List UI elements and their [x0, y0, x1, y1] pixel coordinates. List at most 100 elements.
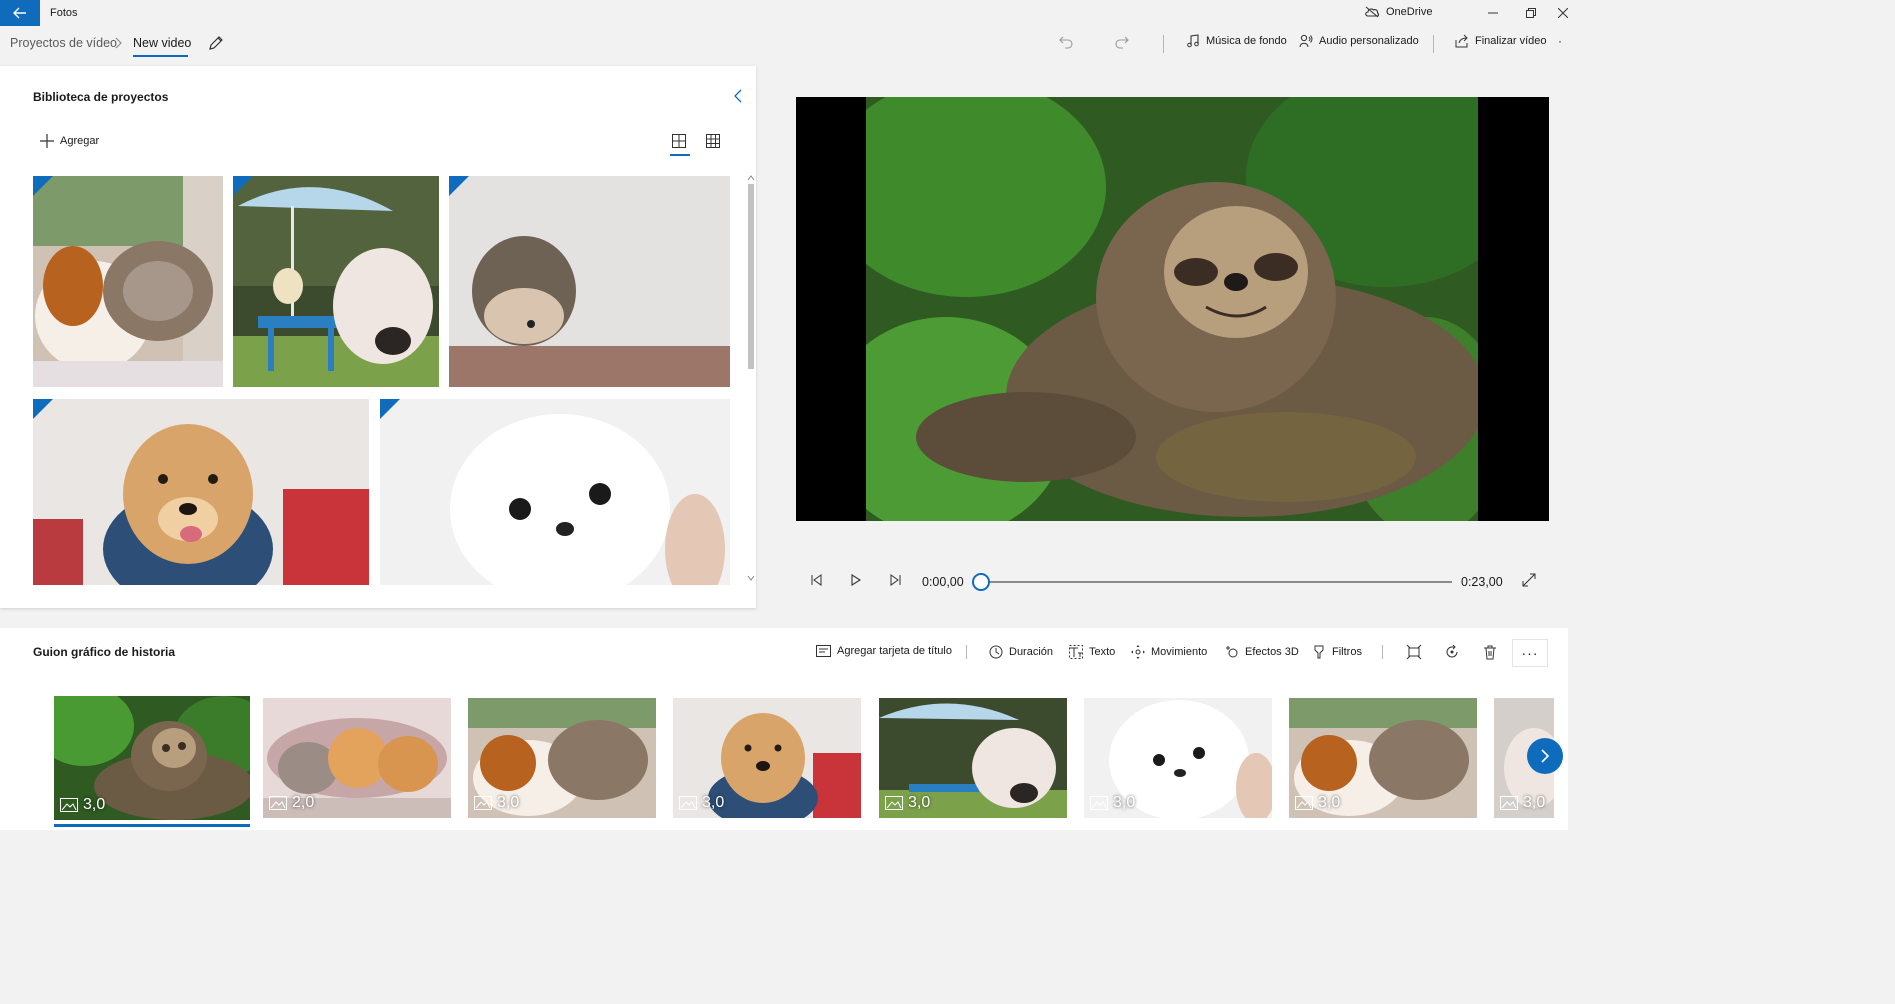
storyboard-clip[interactable]: 3,0: [468, 698, 656, 818]
undo-icon[interactable]: [1058, 34, 1074, 50]
toolbar-divider: [1433, 35, 1434, 53]
clip-duration: 3,0: [1500, 794, 1545, 812]
storyboard-clip[interactable]: 3,0: [673, 698, 861, 818]
seek-thumb[interactable]: [972, 573, 990, 591]
library-thumbnail-puppy[interactable]: [33, 399, 369, 585]
project-library-panel: Biblioteca de proyectos Agregar: [0, 66, 756, 608]
add-media-label: Agregar: [60, 135, 100, 147]
add-title-card-label: Agregar tarjeta de título: [837, 645, 952, 657]
breadcrumb-current: New video: [133, 36, 192, 50]
clip-duration: 3,0: [1295, 794, 1340, 812]
library-thumbnail-white-dog[interactable]: [380, 399, 730, 585]
restore-icon: [1526, 8, 1536, 18]
image-icon: [60, 798, 78, 812]
storyboard-clip[interactable]: 2,0: [263, 698, 451, 818]
clip-duration-value: 3,0: [497, 794, 520, 811]
breadcrumb-root[interactable]: Proyectos de vídeo: [10, 36, 117, 50]
storyboard-panel: Guion gráfico de historia Agregar tarjet…: [0, 628, 1568, 830]
app-title: Fotos: [50, 7, 78, 19]
sparkle-icon: [1226, 646, 1238, 658]
add-title-card-button[interactable]: Agregar tarjeta de título: [816, 645, 952, 657]
3d-effects-label: Efectos 3D: [1245, 646, 1299, 658]
duration-button[interactable]: Duración: [989, 645, 1053, 659]
filters-button[interactable]: Filtros: [1312, 645, 1362, 659]
fullscreen-icon[interactable]: [1522, 573, 1536, 587]
back-button[interactable]: [0, 0, 40, 26]
minimize-icon: [1488, 12, 1498, 14]
rename-pencil-icon[interactable]: [208, 35, 224, 51]
image-icon: [269, 796, 287, 810]
finish-video-button[interactable]: Finalizar vídeo: [1455, 34, 1547, 48]
finish-video-label: Finalizar vídeo: [1475, 35, 1547, 47]
storyboard-clip[interactable]: 3,0: [879, 698, 1067, 818]
small-grid-view-icon[interactable]: [706, 134, 720, 148]
close-icon: [1558, 8, 1568, 18]
title-card-icon: [816, 645, 831, 657]
crop-resize-icon[interactable]: [1406, 644, 1422, 660]
background-music-label: Música de fondo: [1206, 35, 1287, 47]
clip-duration: 3,0: [60, 796, 105, 814]
clip-duration-value: 3,0: [1523, 794, 1546, 811]
onedrive-status[interactable]: OneDrive: [1364, 6, 1432, 18]
storyboard-divider: [1382, 645, 1383, 659]
chevron-right-icon: [1541, 749, 1550, 763]
text-label: Texto: [1089, 646, 1116, 658]
delete-icon[interactable]: [1482, 644, 1498, 660]
video-preview[interactable]: [796, 97, 1549, 521]
clip-duration: 3,0: [474, 794, 519, 812]
step-forward-icon[interactable]: [890, 573, 902, 587]
breadcrumb-underline: [133, 55, 188, 57]
export-icon: [1455, 34, 1468, 48]
clip-duration: 3,0: [1090, 794, 1135, 812]
rotate-icon[interactable]: [1444, 644, 1460, 660]
close-button[interactable]: [1540, 0, 1586, 26]
library-thumbnail-piglet[interactable]: [233, 176, 439, 387]
library-thumbnail-guinea-pig-cat[interactable]: [33, 176, 223, 387]
add-media-button[interactable]: Agregar: [40, 134, 99, 148]
onedrive-label: OneDrive: [1386, 6, 1433, 18]
current-time: 0:00,00: [922, 575, 964, 589]
filters-label: Filtros: [1332, 646, 1362, 658]
more-actions-icon[interactable]: ···: [1513, 640, 1547, 666]
chevron-right-icon: [113, 36, 123, 50]
large-grid-view-icon[interactable]: [672, 134, 686, 148]
toolbar-divider: [1163, 35, 1164, 53]
storyboard-title: Guion gráfico de historia: [33, 645, 176, 659]
arrow-left-icon: [13, 7, 26, 19]
custom-audio-label: Audio personalizado: [1319, 35, 1419, 47]
selected-clip-indicator: [54, 824, 250, 827]
person-audio-icon: [1299, 34, 1313, 48]
filter-icon: [1314, 645, 1324, 659]
storyboard-clip[interactable]: 3,0: [54, 696, 250, 820]
plus-icon: [40, 134, 54, 148]
playback-controls: 0:00,00 0:23,00: [796, 568, 1549, 596]
clip-duration-value: 3,0: [908, 794, 931, 811]
image-icon: [1500, 796, 1518, 810]
redo-icon[interactable]: [1114, 34, 1130, 50]
seek-track[interactable]: [980, 581, 1452, 583]
motion-button[interactable]: Movimiento: [1131, 645, 1207, 659]
3d-effects-button[interactable]: Efectos 3D: [1225, 645, 1299, 659]
play-icon[interactable]: [850, 573, 862, 587]
clip-duration-value: 3,0: [83, 796, 106, 813]
more-options-icon[interactable]: ·: [1558, 34, 1562, 48]
storyboard-divider: [966, 645, 967, 659]
step-back-icon[interactable]: [810, 573, 822, 587]
library-thumbnail-hedgehog[interactable]: [449, 176, 730, 387]
collapse-chevron-icon[interactable]: [733, 88, 743, 104]
duration-label: Duración: [1009, 646, 1054, 658]
custom-audio-button[interactable]: Audio personalizado: [1299, 34, 1419, 48]
text-button[interactable]: Texto: [1069, 645, 1115, 659]
image-icon: [1090, 796, 1108, 810]
clock-icon: [989, 645, 1003, 659]
image-icon: [1295, 796, 1313, 810]
scroll-next-button[interactable]: [1527, 738, 1563, 774]
storyboard-clip[interactable]: 3,0: [1289, 698, 1477, 818]
storyboard-clip[interactable]: 3,0: [1084, 698, 1272, 818]
clip-duration: 3,0: [885, 794, 930, 812]
background-music-button[interactable]: Música de fondo: [1186, 34, 1287, 48]
view-selected-underline: [670, 154, 690, 156]
clip-duration: 2,0: [269, 794, 314, 812]
image-icon: [679, 796, 697, 810]
library-scrollbar[interactable]: [746, 172, 756, 584]
